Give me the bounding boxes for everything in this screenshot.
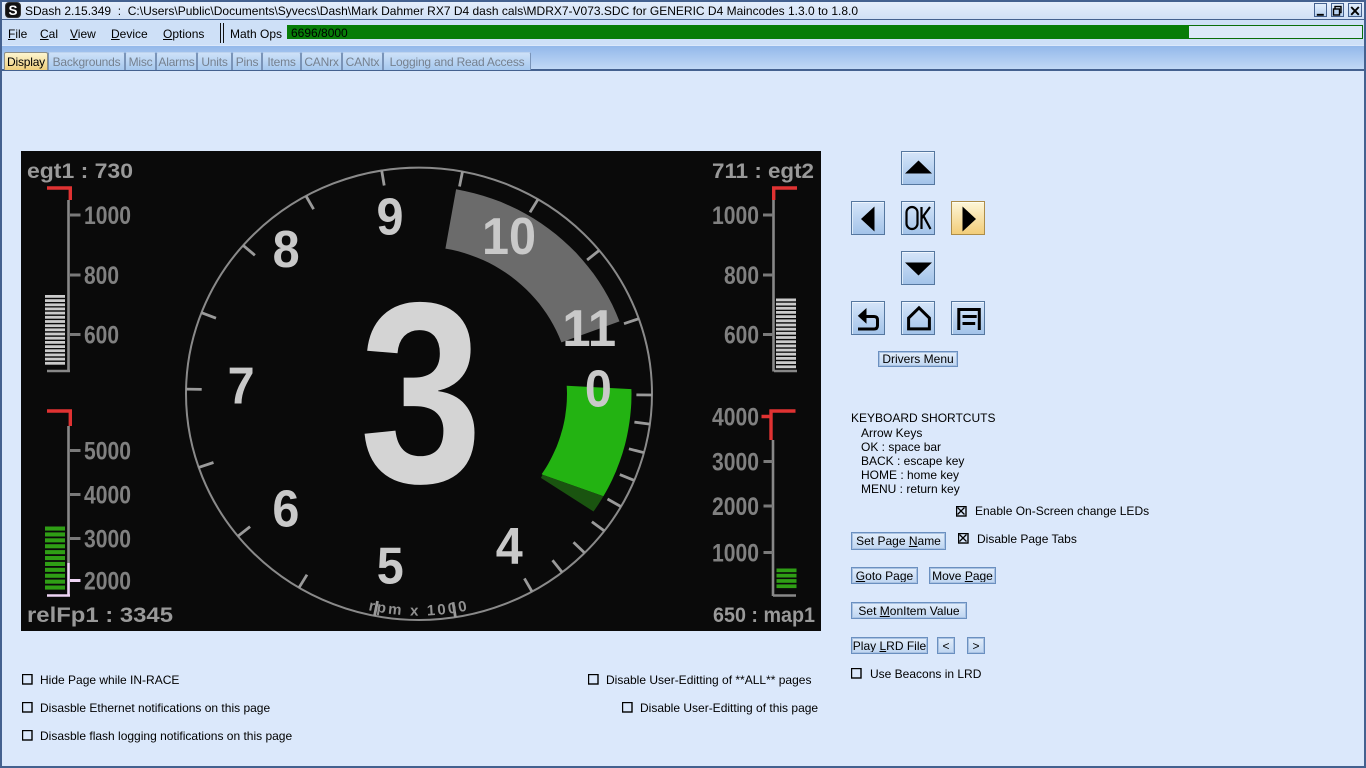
svg-text:4000: 4000 (712, 404, 759, 432)
svg-text:6: 6 (272, 481, 299, 539)
svg-text:egt1 : 730: egt1 : 730 (27, 160, 133, 183)
svg-text:9: 9 (377, 188, 404, 246)
svg-text:3000: 3000 (712, 449, 759, 477)
svg-text:711 : egt2: 711 : egt2 (712, 160, 814, 183)
svg-text:800: 800 (84, 262, 119, 290)
svg-text:2000: 2000 (84, 568, 131, 596)
svg-text:relFp1 : 3345: relFp1 : 3345 (27, 604, 173, 627)
svg-text:8: 8 (273, 221, 300, 279)
svg-text:600: 600 (84, 322, 119, 350)
svg-text:10: 10 (482, 208, 536, 266)
svg-text:1000: 1000 (84, 202, 131, 230)
svg-text:3000: 3000 (84, 526, 131, 554)
svg-text:1000: 1000 (712, 540, 759, 568)
svg-text:7: 7 (228, 358, 255, 416)
svg-text:2000: 2000 (712, 493, 759, 521)
svg-text:4: 4 (496, 518, 523, 576)
svg-text:600: 600 (724, 322, 759, 350)
svg-text:5000: 5000 (84, 438, 131, 466)
svg-text:4000: 4000 (84, 482, 131, 510)
svg-text:3: 3 (360, 248, 483, 537)
svg-text:1000: 1000 (712, 202, 759, 230)
svg-text:S: S (8, 3, 17, 18)
svg-text:0: 0 (585, 361, 612, 419)
svg-text:11: 11 (562, 300, 616, 358)
svg-text:800: 800 (724, 262, 759, 290)
svg-text:5: 5 (377, 538, 404, 596)
svg-text:650 : map1: 650 : map1 (713, 604, 815, 627)
